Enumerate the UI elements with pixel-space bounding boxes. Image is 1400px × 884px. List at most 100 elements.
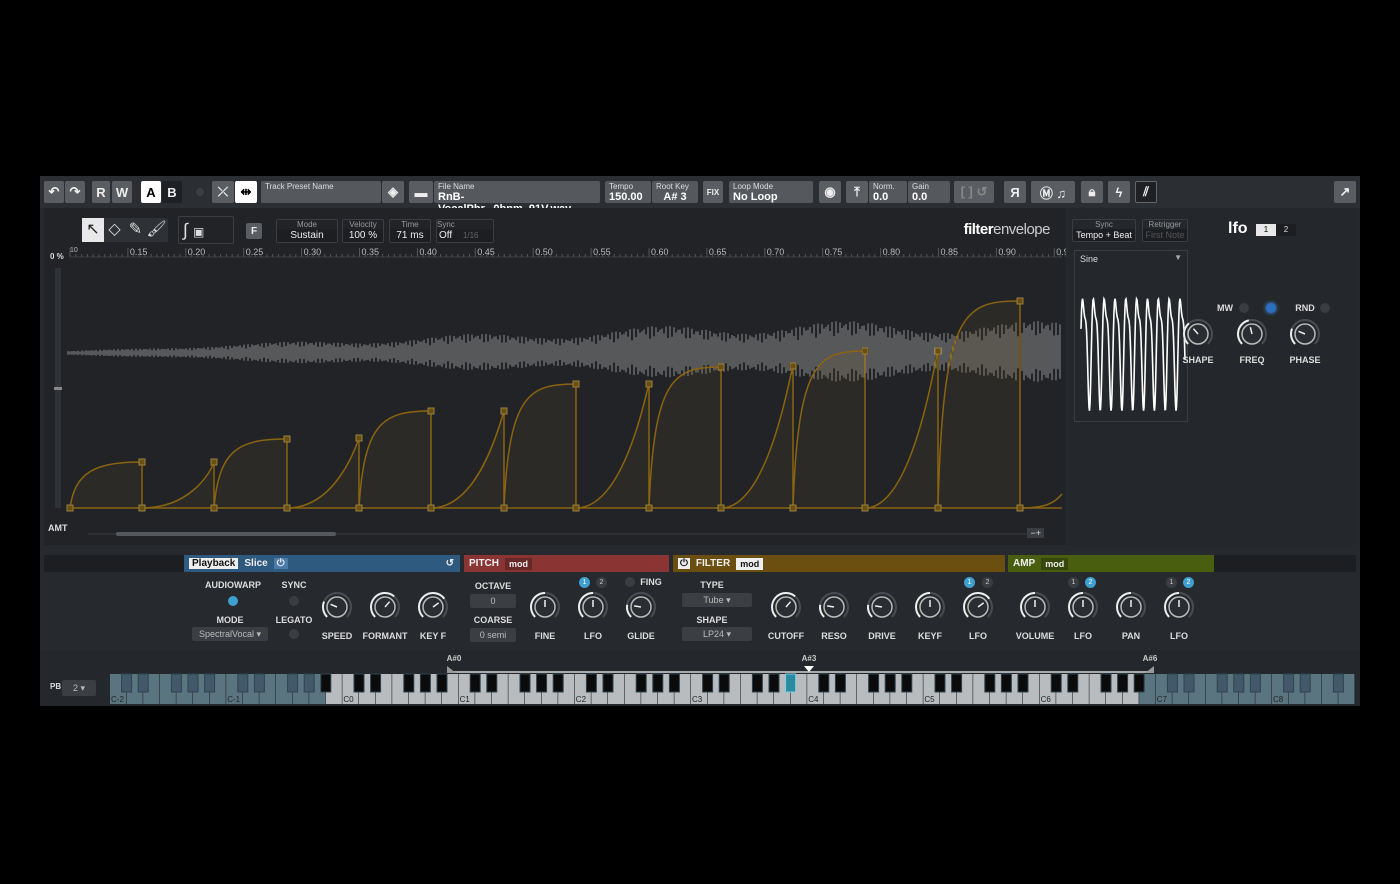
black-key[interactable] <box>469 673 481 693</box>
black-key[interactable] <box>287 673 299 693</box>
slice-icon[interactable]: ⫽ <box>1135 181 1157 203</box>
black-key[interactable] <box>1000 673 1012 693</box>
write-button[interactable]: W <box>112 181 132 203</box>
midi-icon[interactable]: Ⓜ ♫ <box>1031 181 1075 203</box>
lfo2-select[interactable]: 2 <box>596 577 607 588</box>
file-name-field[interactable]: File NameRnB-VocalPhr...0bpm_91V.wav <box>434 181 600 215</box>
black-key[interactable] <box>884 673 896 693</box>
knob-formant[interactable] <box>367 589 403 625</box>
lfo-tab-1[interactable]: 1 <box>1256 224 1276 236</box>
black-key[interactable] <box>585 673 597 693</box>
loop-mode-select[interactable]: Loop Mode No Loop <box>729 181 813 203</box>
lfo1-select[interactable]: 1 <box>1166 577 1177 588</box>
black-key[interactable] <box>1117 673 1129 693</box>
envelope-node[interactable] <box>427 407 435 415</box>
envelope-node[interactable] <box>1016 297 1024 305</box>
envelope-node[interactable] <box>572 380 580 388</box>
envelope-node[interactable] <box>138 458 146 466</box>
black-key[interactable] <box>121 673 133 693</box>
chevron-down-icon[interactable]: ▼ <box>1174 253 1182 262</box>
b-button[interactable]: B <box>162 181 182 203</box>
envelope-node[interactable] <box>138 504 146 512</box>
normalize-icon[interactable]: ⤒ <box>846 181 868 203</box>
black-key[interactable] <box>1216 673 1228 693</box>
loop-region-icon[interactable]: [ ] ↺ <box>954 181 994 203</box>
envelope-node[interactable] <box>500 504 508 512</box>
knob-keyf[interactable] <box>912 589 948 625</box>
envelope-node[interactable] <box>66 504 74 512</box>
waveform-select[interactable]: Sine <box>1080 254 1098 264</box>
black-key[interactable] <box>1249 673 1261 693</box>
black-key[interactable] <box>901 673 913 693</box>
black-key[interactable] <box>1100 673 1112 693</box>
knob-pan[interactable] <box>1113 589 1149 625</box>
gain-field[interactable]: Gain 0.0 <box>908 181 950 203</box>
power-icon[interactable]: ⏻ <box>273 558 288 569</box>
tempo-field[interactable]: Tempo 150.00 <box>605 181 651 203</box>
black-key[interactable] <box>303 673 315 693</box>
lfo2-select[interactable]: 2 <box>982 577 993 588</box>
lfo1-select[interactable]: 1 <box>1068 577 1079 588</box>
envelope-node[interactable] <box>210 458 218 466</box>
knob-speed[interactable] <box>319 589 355 625</box>
zoom-buttons[interactable]: −+ <box>1027 528 1044 538</box>
transport-icon[interactable]: ⇹ <box>235 181 257 203</box>
one-shot-icon[interactable]: ◉ <box>819 181 841 203</box>
track-preset-field[interactable]: Track Preset Name <box>261 181 381 203</box>
black-key[interactable] <box>768 673 780 693</box>
lfo-waveform-display[interactable]: Sine ▼ <box>1074 250 1188 422</box>
knob-fine[interactable] <box>527 589 563 625</box>
envelope-node[interactable] <box>934 504 942 512</box>
black-key[interactable] <box>1133 673 1145 693</box>
black-key[interactable] <box>602 673 614 693</box>
lfo-knob-freq[interactable] <box>1234 316 1270 352</box>
lightning-icon[interactable]: ϟ <box>1108 181 1130 203</box>
coarse-field[interactable]: 0 semi <box>470 628 516 642</box>
black-key[interactable] <box>1332 673 1344 693</box>
piano-keyboard[interactable]: C-2 C-1 C0 C1 C2 C3 C4 C5 C6 C7 C8 A#0 A#3 A#6 <box>40 650 1360 706</box>
black-key[interactable] <box>204 673 216 693</box>
read-button[interactable]: R <box>92 181 110 203</box>
amp-mod-button[interactable]: mod <box>1041 557 1069 570</box>
envelope-node[interactable] <box>283 435 291 443</box>
freq-sync-led[interactable] <box>1266 303 1276 313</box>
legato-toggle[interactable] <box>289 629 299 639</box>
envelope-node[interactable] <box>717 363 725 371</box>
knob-lfo[interactable] <box>960 589 996 625</box>
envelope-node[interactable] <box>934 347 942 355</box>
black-key[interactable] <box>1067 673 1079 693</box>
amount-slider-handle[interactable] <box>54 387 62 390</box>
preset-browser-icon[interactable]: ◈ <box>382 181 404 203</box>
black-key[interactable] <box>519 673 531 693</box>
black-key[interactable] <box>635 673 647 693</box>
envelope-node[interactable] <box>789 362 797 370</box>
black-key[interactable] <box>486 673 498 693</box>
black-key[interactable] <box>320 673 332 693</box>
reset-icon[interactable]: ↺ <box>446 558 454 569</box>
black-key[interactable] <box>137 673 149 693</box>
black-key[interactable] <box>1283 673 1295 693</box>
undo-button[interactable]: ↶ <box>44 181 64 203</box>
knob-lfo[interactable] <box>1065 589 1101 625</box>
filter-shape-select[interactable]: LP24 ▾ <box>682 627 752 641</box>
knob-cutoff[interactable] <box>768 589 804 625</box>
folder-icon[interactable]: ▬ <box>409 181 433 203</box>
envelope-node[interactable] <box>572 504 580 512</box>
black-key[interactable] <box>370 673 382 693</box>
envelope-node[interactable] <box>861 504 869 512</box>
black-key[interactable] <box>419 673 431 693</box>
lfo-knob-shape[interactable] <box>1180 316 1216 352</box>
sync-toggle[interactable] <box>289 596 299 606</box>
octave-field[interactable]: 0 <box>470 594 516 608</box>
black-key[interactable] <box>1166 673 1178 693</box>
black-key[interactable] <box>253 673 265 693</box>
envelope-node[interactable] <box>789 504 797 512</box>
black-key[interactable] <box>1183 673 1195 693</box>
black-key[interactable] <box>984 673 996 693</box>
lfo-knob-phase[interactable] <box>1287 316 1323 352</box>
filter-type-select[interactable]: Tube ▾ <box>682 593 752 607</box>
scrollbar-thumb[interactable] <box>116 532 336 536</box>
norm-field[interactable]: Norm. 0.0 <box>869 181 907 203</box>
envelope-node[interactable] <box>717 504 725 512</box>
black-key[interactable] <box>170 673 182 693</box>
